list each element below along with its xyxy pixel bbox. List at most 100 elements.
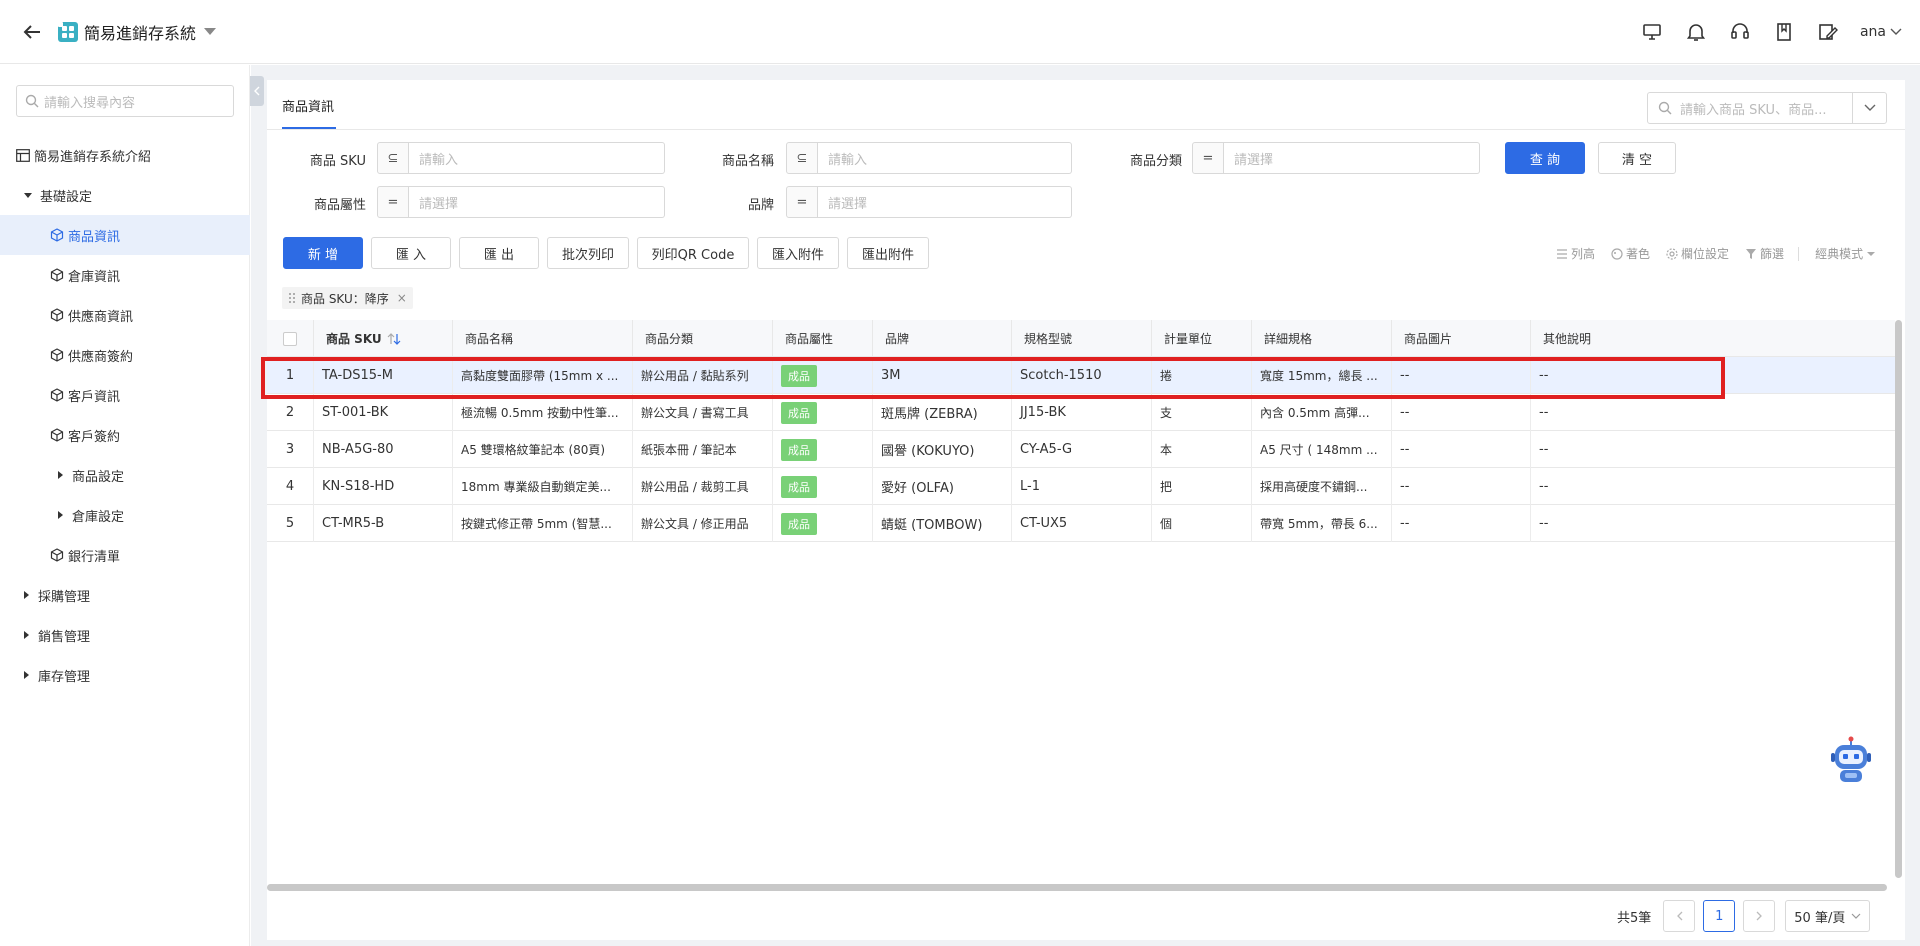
col-header-name[interactable]: 商品名稱 (453, 320, 633, 357)
col-header-notes[interactable]: 其他說明 (1531, 320, 1895, 357)
cell-model[interactable]: L-1 (1012, 468, 1152, 505)
col-header-detail[interactable]: 詳細規格 (1252, 320, 1392, 357)
cell-unit[interactable]: 本 (1152, 431, 1252, 468)
clear-button[interactable]: 清 空 (1598, 142, 1676, 174)
filter-input-sku[interactable]: 請輸入 (409, 142, 665, 174)
cell-brand[interactable]: 斑馬牌 (ZEBRA) (873, 394, 1012, 431)
cell-notes[interactable]: -- (1531, 431, 1895, 468)
print-qr-button[interactable]: 列印QR Code (637, 237, 749, 269)
cell-brand[interactable]: 蜻蜓 (TOMBOW) (873, 505, 1012, 542)
sidebar-group-product-settings[interactable]: 商品設定 (0, 455, 250, 495)
cell-detail[interactable]: 帶寬 5mm，帶長 6... (1252, 505, 1392, 542)
book-icon[interactable] (1772, 20, 1796, 44)
filter-select-brand[interactable]: 請選擇 (818, 186, 1072, 218)
vertical-scrollbar[interactable] (1895, 320, 1902, 878)
filter-op-sku[interactable]: ⊆ (377, 142, 409, 174)
cell-image[interactable]: -- (1392, 505, 1531, 542)
select-all-cell[interactable] (267, 320, 314, 357)
monitor-icon[interactable] (1640, 20, 1664, 44)
page-size-select[interactable]: 50 筆/頁 (1785, 900, 1871, 932)
quick-search-dropdown[interactable] (1852, 93, 1886, 123)
sidebar-group-basic-settings[interactable]: 基礎設定 (0, 175, 250, 215)
cell-notes[interactable]: -- (1531, 468, 1895, 505)
col-header-image[interactable]: 商品圖片 (1392, 320, 1531, 357)
bell-icon[interactable] (1684, 20, 1708, 44)
filter-op-attribute[interactable]: = (377, 186, 409, 218)
page-button-current[interactable]: 1 (1703, 900, 1736, 932)
filter-tool[interactable]: 篩選 (1745, 245, 1784, 262)
cell-unit[interactable]: 把 (1152, 468, 1252, 505)
export-button[interactable]: 匯 出 (459, 237, 539, 269)
table-row[interactable]: 2 ST-001-BK 極流暢 0.5mm 按動中性筆... 辦公文具 / 書寫… (267, 394, 1895, 431)
filter-select-attribute[interactable]: 請選擇 (409, 186, 665, 218)
row-height-tool[interactable]: 列高 (1556, 245, 1595, 262)
sidebar-collapse-button[interactable] (250, 76, 264, 106)
sidebar-group-inventory[interactable]: 庫存管理 (0, 655, 250, 695)
assistant-robot-icon[interactable] (1828, 736, 1874, 786)
cell-name[interactable]: 18mm 專業級自動鎖定美... (453, 468, 633, 505)
col-header-attribute[interactable]: 商品屬性 (773, 320, 873, 357)
cell-name[interactable]: 高黏度雙面膠帶 (15mm x ... (453, 357, 633, 394)
cell-detail[interactable]: 採用高硬度不鏽鋼... (1252, 468, 1392, 505)
cell-image[interactable]: -- (1392, 394, 1531, 431)
filter-op-category[interactable]: = (1192, 142, 1224, 174)
sidebar-group-purchasing[interactable]: 採購管理 (0, 575, 250, 615)
view-mode-select[interactable]: 經典模式 (1815, 245, 1879, 262)
sort-chip[interactable]: 商品 SKU：降序 × (282, 287, 413, 309)
cell-attribute[interactable]: 成品 (773, 431, 873, 468)
cell-notes[interactable]: -- (1531, 505, 1895, 542)
col-header-sku[interactable]: 商品 SKU (314, 320, 453, 357)
col-header-model[interactable]: 規格型號 (1012, 320, 1152, 357)
next-page-button[interactable] (1743, 900, 1776, 932)
edit-document-icon[interactable] (1816, 20, 1840, 44)
color-tool[interactable]: 著色 (1611, 245, 1650, 262)
cell-brand[interactable]: 國譽 (KOKUYO) (873, 431, 1012, 468)
table-row[interactable]: 4 KN-S18-HD 18mm 專業級自動鎖定美... 辦公用品 / 裁剪工具… (267, 468, 1895, 505)
cell-attribute[interactable]: 成品 (773, 394, 873, 431)
cell-sku[interactable]: ST-001-BK (314, 394, 453, 431)
app-title[interactable]: 簡易進銷存系統 (84, 20, 196, 44)
cell-model[interactable]: JJ15-BK (1012, 394, 1152, 431)
col-header-brand[interactable]: 品牌 (873, 320, 1012, 357)
sidebar-item-supplier-info[interactable]: 供應商資訊 (0, 295, 250, 335)
cell-detail[interactable]: 內含 0.5mm 高彈... (1252, 394, 1392, 431)
col-header-unit[interactable]: 計量單位 (1152, 320, 1252, 357)
batch-print-button[interactable]: 批次列印 (547, 237, 629, 269)
cell-sku[interactable]: CT-MR5-B (314, 505, 453, 542)
cell-name[interactable]: A5 雙環格紋筆記本 (80頁) (453, 431, 633, 468)
cell-attribute[interactable]: 成品 (773, 468, 873, 505)
cell-unit[interactable]: 支 (1152, 394, 1252, 431)
cell-name[interactable]: 按鍵式修正帶 5mm (智慧... (453, 505, 633, 542)
back-arrow-icon[interactable] (22, 22, 42, 42)
column-settings-tool[interactable]: 欄位設定 (1666, 245, 1729, 262)
headset-icon[interactable] (1728, 20, 1752, 44)
tab-product-info[interactable]: 商品資訊 (282, 96, 334, 115)
import-attachment-button[interactable]: 匯入附件 (757, 237, 839, 269)
filter-input-name[interactable]: 請輸入 (818, 142, 1072, 174)
cell-category[interactable]: 辦公文具 / 書寫工具 (633, 394, 773, 431)
cell-model[interactable]: CY-A5-G (1012, 431, 1152, 468)
cell-model[interactable]: CT-UX5 (1012, 505, 1152, 542)
cell-detail[interactable]: A5 尺寸 ( 148mm ... (1252, 431, 1392, 468)
export-attachment-button[interactable]: 匯出附件 (847, 237, 929, 269)
cell-image[interactable]: -- (1392, 431, 1531, 468)
filter-op-brand[interactable]: = (786, 186, 818, 218)
sidebar-item-customer-info[interactable]: 客戶資訊 (0, 375, 250, 415)
app-switch-caret-icon[interactable] (204, 28, 217, 35)
cell-brand[interactable]: 愛好 (OLFA) (873, 468, 1012, 505)
import-button[interactable]: 匯 入 (371, 237, 451, 269)
query-button[interactable]: 查 詢 (1505, 142, 1585, 174)
add-button[interactable]: 新 增 (283, 237, 363, 269)
cell-model[interactable]: Scotch-1510 (1012, 357, 1152, 394)
cell-notes[interactable]: -- (1531, 394, 1895, 431)
sidebar-item-product-info[interactable]: 商品資訊 (0, 215, 250, 255)
cell-brand[interactable]: 3M (873, 357, 1012, 394)
cell-detail[interactable]: 寬度 15mm，總長 ... (1252, 357, 1392, 394)
table-row[interactable]: 5 CT-MR5-B 按鍵式修正帶 5mm (智慧... 辦公文具 / 修正用品… (267, 505, 1895, 542)
sidebar-item-bank-list[interactable]: 銀行清單 (0, 535, 250, 575)
cell-category[interactable]: 辦公用品 / 裁剪工具 (633, 468, 773, 505)
cell-attribute[interactable]: 成品 (773, 505, 873, 542)
sidebar-group-warehouse-settings[interactable]: 倉庫設定 (0, 495, 250, 535)
filter-op-name[interactable]: ⊆ (786, 142, 818, 174)
table-row[interactable]: 3 NB-A5G-80 A5 雙環格紋筆記本 (80頁) 紙張本冊 / 筆記本 … (267, 431, 1895, 468)
